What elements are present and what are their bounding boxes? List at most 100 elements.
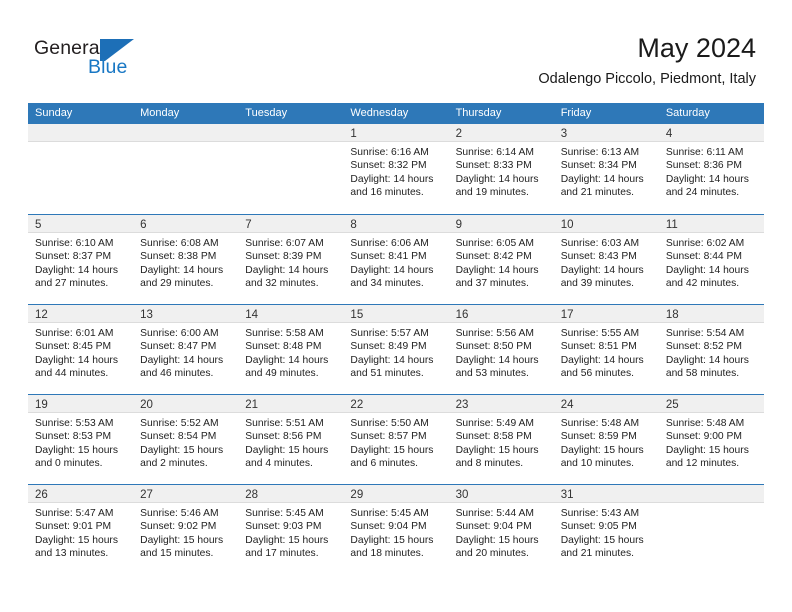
day-number-band: 6: [133, 215, 239, 233]
day-number-band: 7: [238, 215, 344, 233]
daylight-text-line1: Daylight: 15 hours: [350, 444, 434, 456]
daylight-text-line2: and 10 minutes.: [560, 458, 634, 470]
day-cell[interactable]: 28 Sunrise: 5:45 AM Sunset: 9:03 PM Dayl…: [238, 485, 344, 574]
weekday-header-row: Sunday Monday Tuesday Wednesday Thursday…: [28, 103, 764, 124]
day-details: Sunrise: 5:45 AM Sunset: 9:04 PM Dayligh…: [343, 503, 448, 561]
day-cell[interactable]: 12 Sunrise: 6:01 AM Sunset: 8:45 PM Dayl…: [28, 305, 134, 394]
day-cell[interactable]: 25 Sunrise: 5:48 AM Sunset: 9:00 PM Dayl…: [658, 395, 764, 484]
daylight-text-line1: Daylight: 14 hours: [350, 264, 434, 276]
daylight-text-line1: Daylight: 15 hours: [35, 444, 118, 456]
day-cell[interactable]: 24 Sunrise: 5:48 AM Sunset: 8:59 PM Dayl…: [553, 395, 659, 484]
day-number: 22: [350, 399, 364, 411]
daylight-text-line2: and 34 minutes.: [350, 278, 424, 290]
day-cell[interactable]: 23 Sunrise: 5:49 AM Sunset: 8:58 PM Dayl…: [448, 395, 554, 484]
day-details: Sunrise: 5:58 AM Sunset: 8:48 PM Dayligh…: [238, 323, 343, 381]
sunrise-text: Sunrise: 6:05 AM: [455, 238, 534, 249]
day-cell[interactable]: 26 Sunrise: 5:47 AM Sunset: 9:01 PM Dayl…: [28, 485, 134, 574]
sunset-text: Sunset: 8:47 PM: [140, 341, 217, 353]
day-number-band: 12: [28, 305, 134, 323]
daylight-text-line2: and 49 minutes.: [245, 368, 319, 380]
brand-logo[interactable]: General Blue: [34, 37, 154, 83]
day-details: Sunrise: 6:00 AM Sunset: 8:47 PM Dayligh…: [133, 323, 238, 381]
day-cell[interactable]: 21 Sunrise: 5:51 AM Sunset: 8:56 PM Dayl…: [238, 395, 344, 484]
day-cell[interactable]: 14 Sunrise: 5:58 AM Sunset: 8:48 PM Dayl…: [238, 305, 344, 394]
day-number-band: 29: [343, 485, 449, 503]
day-cell[interactable]: 10 Sunrise: 6:03 AM Sunset: 8:43 PM Dayl…: [553, 215, 659, 304]
day-details: Sunrise: 6:06 AM Sunset: 8:41 PM Dayligh…: [343, 233, 448, 291]
day-cell[interactable]: 9 Sunrise: 6:05 AM Sunset: 8:42 PM Dayli…: [448, 215, 554, 304]
daylight-text-line2: and 46 minutes.: [140, 368, 214, 380]
day-number: 21: [245, 399, 259, 411]
day-cell[interactable]: 13 Sunrise: 6:00 AM Sunset: 8:47 PM Dayl…: [133, 305, 239, 394]
sunset-text: Sunset: 8:56 PM: [245, 431, 322, 443]
day-cell[interactable]: 8 Sunrise: 6:06 AM Sunset: 8:41 PM Dayli…: [343, 215, 449, 304]
daylight-text-line1: Daylight: 15 hours: [560, 534, 644, 546]
day-cell[interactable]: 22 Sunrise: 5:50 AM Sunset: 8:57 PM Dayl…: [343, 395, 449, 484]
day-details: Sunrise: 6:02 AM Sunset: 8:44 PM Dayligh…: [659, 233, 764, 291]
daylight-text-line2: and 51 minutes.: [350, 368, 424, 380]
day-details: Sunrise: 5:56 AM Sunset: 8:50 PM Dayligh…: [449, 323, 554, 381]
daylight-text-line2: and 17 minutes.: [245, 548, 319, 560]
day-cell[interactable]: 6 Sunrise: 6:08 AM Sunset: 8:38 PM Dayli…: [133, 215, 239, 304]
daylight-text-line1: Daylight: 14 hours: [140, 354, 224, 366]
sunrise-text: Sunrise: 5:49 AM: [455, 418, 534, 429]
day-cell[interactable]: [28, 124, 134, 214]
day-cell[interactable]: [238, 124, 344, 214]
daylight-text-line1: Daylight: 15 hours: [455, 534, 539, 546]
day-cell[interactable]: 27 Sunrise: 5:46 AM Sunset: 9:02 PM Dayl…: [133, 485, 239, 574]
day-cell[interactable]: 16 Sunrise: 5:56 AM Sunset: 8:50 PM Dayl…: [448, 305, 554, 394]
weekday-header-tuesday: Tuesday: [245, 107, 288, 119]
day-cell[interactable]: 19 Sunrise: 5:53 AM Sunset: 8:53 PM Dayl…: [28, 395, 134, 484]
day-number-band: 23: [448, 395, 554, 413]
day-number: 19: [35, 399, 48, 411]
day-cell[interactable]: 15 Sunrise: 5:57 AM Sunset: 8:49 PM Dayl…: [343, 305, 449, 394]
day-cell[interactable]: 20 Sunrise: 5:52 AM Sunset: 8:54 PM Dayl…: [133, 395, 239, 484]
day-number: 10: [560, 219, 574, 231]
location-subtitle: Odalengo Piccolo, Piedmont, Italy: [538, 71, 756, 87]
day-cell[interactable]: 11 Sunrise: 6:02 AM Sunset: 8:44 PM Dayl…: [658, 215, 764, 304]
daylight-text-line2: and 8 minutes.: [455, 458, 524, 470]
day-details: Sunrise: 6:13 AM Sunset: 8:34 PM Dayligh…: [554, 142, 659, 200]
daylight-text-line2: and 15 minutes.: [140, 548, 214, 560]
daylight-text-line2: and 58 minutes.: [665, 368, 740, 380]
day-cell[interactable]: 5 Sunrise: 6:10 AM Sunset: 8:37 PM Dayli…: [28, 215, 134, 304]
daylight-text-line1: Daylight: 14 hours: [560, 173, 644, 185]
daylight-text-line1: Daylight: 14 hours: [245, 264, 329, 276]
sunset-text: Sunset: 9:04 PM: [350, 521, 427, 533]
page-header: General Blue May 2024 Odalengo Piccolo, …: [0, 0, 792, 100]
page-title: May 2024: [637, 33, 756, 63]
day-cell[interactable]: 30 Sunrise: 5:44 AM Sunset: 9:04 PM Dayl…: [448, 485, 554, 574]
day-number-band: 16: [448, 305, 554, 323]
weekday-header-sunday: Sunday: [35, 107, 73, 119]
day-cell[interactable]: 18 Sunrise: 5:54 AM Sunset: 8:52 PM Dayl…: [658, 305, 764, 394]
day-cell[interactable]: 29 Sunrise: 5:45 AM Sunset: 9:04 PM Dayl…: [343, 485, 449, 574]
day-number-band: 30: [448, 485, 554, 503]
daylight-text-line1: Daylight: 14 hours: [665, 354, 749, 366]
day-details: Sunrise: 5:45 AM Sunset: 9:03 PM Dayligh…: [238, 503, 343, 561]
daylight-text-line1: Daylight: 15 hours: [140, 534, 224, 546]
day-cell[interactable]: [658, 485, 764, 574]
day-details: Sunrise: 6:14 AM Sunset: 8:33 PM Dayligh…: [449, 142, 554, 200]
day-cell[interactable]: 4 Sunrise: 6:11 AM Sunset: 8:36 PM Dayli…: [658, 124, 764, 214]
day-cell[interactable]: [133, 124, 239, 214]
daylight-text-line2: and 18 minutes.: [350, 548, 424, 560]
day-details: Sunrise: 5:55 AM Sunset: 8:51 PM Dayligh…: [554, 323, 659, 381]
sunrise-text: Sunrise: 5:54 AM: [665, 328, 745, 339]
daylight-text-line1: Daylight: 14 hours: [455, 354, 539, 366]
day-cell[interactable]: 3 Sunrise: 6:13 AM Sunset: 8:34 PM Dayli…: [553, 124, 659, 214]
sunrise-text: Sunrise: 6:06 AM: [350, 238, 429, 249]
day-number-band: 1: [343, 124, 449, 142]
day-cell[interactable]: 31 Sunrise: 5:43 AM Sunset: 9:05 PM Dayl…: [553, 485, 659, 574]
calendar-page: General Blue May 2024 Odalengo Piccolo, …: [0, 0, 792, 612]
day-cell[interactable]: 17 Sunrise: 5:55 AM Sunset: 8:51 PM Dayl…: [553, 305, 659, 394]
daylight-text-line1: Daylight: 14 hours: [560, 264, 644, 276]
day-cell[interactable]: 2 Sunrise: 6:14 AM Sunset: 8:33 PM Dayli…: [448, 124, 554, 214]
day-details: Sunrise: 5:49 AM Sunset: 8:58 PM Dayligh…: [449, 413, 554, 471]
day-details: Sunrise: 5:48 AM Sunset: 8:59 PM Dayligh…: [554, 413, 659, 471]
weekday-header-wednesday: Wednesday: [350, 107, 409, 119]
day-cell[interactable]: 7 Sunrise: 6:07 AM Sunset: 8:39 PM Dayli…: [238, 215, 344, 304]
day-details: Sunrise: 5:46 AM Sunset: 9:02 PM Dayligh…: [133, 503, 238, 561]
day-cell[interactable]: 1 Sunrise: 6:16 AM Sunset: 8:32 PM Dayli…: [343, 124, 449, 214]
sunset-text: Sunset: 8:59 PM: [560, 431, 637, 443]
day-details: Sunrise: 5:44 AM Sunset: 9:04 PM Dayligh…: [449, 503, 554, 561]
